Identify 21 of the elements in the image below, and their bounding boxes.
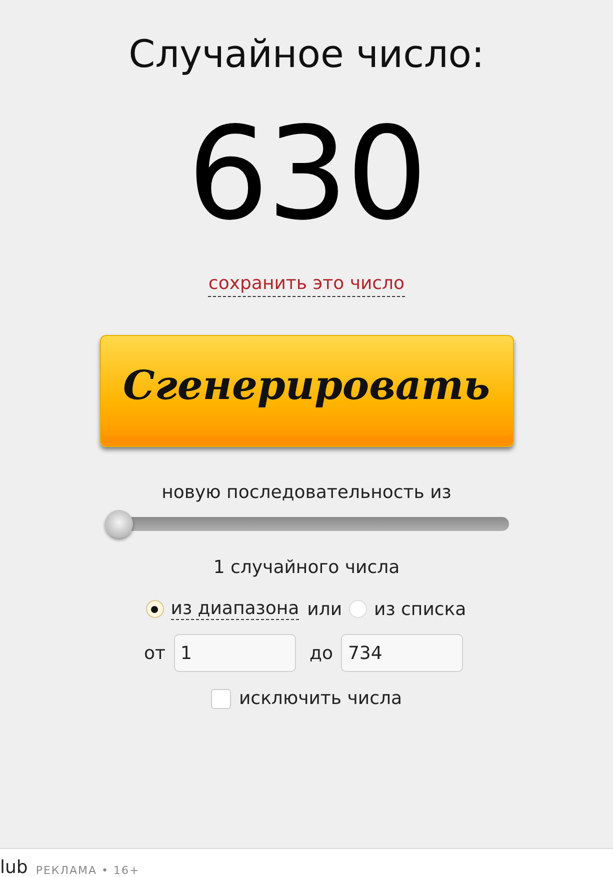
to-field[interactable]: 734: [340, 634, 463, 672]
save-number-link[interactable]: сохранить это число: [208, 272, 405, 297]
random-number: 630: [187, 100, 426, 250]
slider-thumb[interactable]: [104, 510, 132, 538]
exclude-label[interactable]: исключить числа: [238, 688, 402, 709]
to-label: до: [310, 642, 333, 664]
or-text: или: [307, 598, 342, 620]
option-label[interactable]: из списка: [374, 598, 466, 620]
from-label: от: [144, 642, 166, 664]
ad-label: РЕКЛАМА • 16+: [36, 864, 140, 877]
sequence-label: новую последовательность из: [162, 481, 452, 505]
option-label[interactable]: из диапазона: [170, 598, 300, 620]
generate-button[interactable]: Сгенерировать: [100, 335, 514, 447]
from-field[interactable]: 1: [174, 634, 296, 672]
count-slider[interactable]: [104, 510, 508, 538]
count-text: 1 случайного числа: [213, 556, 400, 580]
checkbox[interactable]: [210, 688, 231, 708]
radio-button[interactable]: [146, 601, 163, 617]
heading: Случайное число:: [128, 31, 484, 78]
ad-source: lub: [0, 858, 28, 877]
radio-button[interactable]: [350, 601, 366, 617]
